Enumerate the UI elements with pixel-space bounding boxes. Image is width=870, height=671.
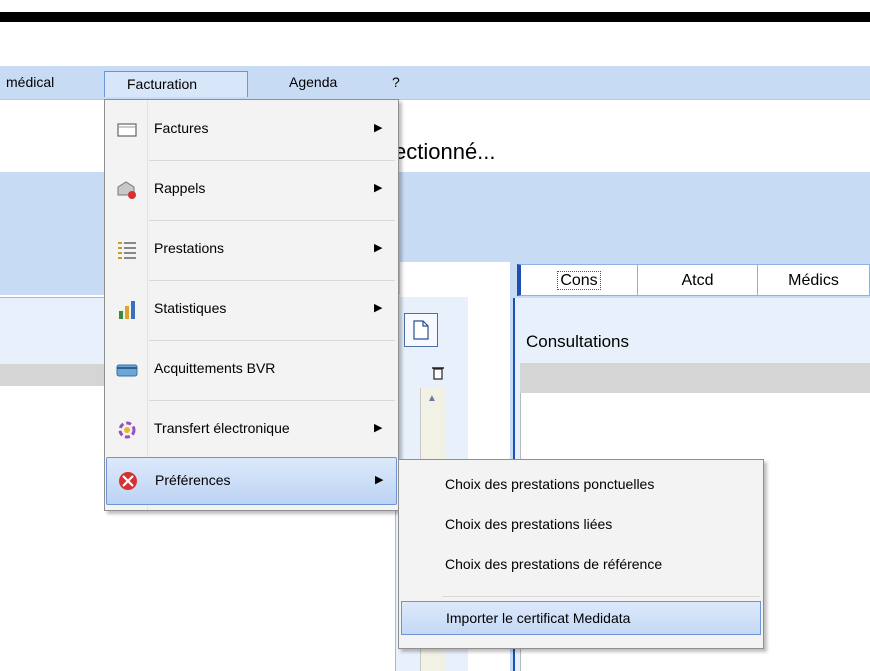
- list-icon: [118, 242, 136, 259]
- submenu-item-prestations-ponctuelles[interactable]: Choix des prestations ponctuelles: [401, 466, 761, 502]
- submenu-separator: [442, 596, 760, 597]
- menu-item-label: Prestations: [154, 240, 225, 256]
- new-document-button[interactable]: [404, 313, 438, 347]
- submenu-item-importer-certificat[interactable]: Importer le certificat Medidata: [401, 601, 761, 635]
- menu-item-label: Transfert électronique: [154, 420, 290, 436]
- menu-item-prestations[interactable]: Prestations ▶: [106, 221, 397, 277]
- submenu-arrow-icon: ▶: [375, 474, 384, 486]
- menu-item-label: Statistiques: [154, 300, 227, 316]
- tab-atcd[interactable]: Atcd: [637, 264, 758, 296]
- menu-medical[interactable]: médical: [6, 74, 54, 90]
- submenu-arrow-icon: ▶: [374, 182, 383, 194]
- menu-item-label: Acquittements BVR: [154, 360, 276, 376]
- submenu-arrow-icon: ▶: [374, 302, 383, 314]
- tab-medics[interactable]: Médics: [757, 264, 870, 296]
- selected-patient-title: ectionné...: [394, 139, 496, 164]
- menu-item-transfert-electronique[interactable]: Transfert électronique ▶: [106, 401, 397, 457]
- invoice-icon: [117, 123, 137, 137]
- menu-facturation-label: Facturation: [127, 76, 198, 92]
- menu-item-statistiques[interactable]: Statistiques ▶: [106, 281, 397, 337]
- menu-item-label: Préférences: [155, 472, 231, 488]
- menu-item-rappels[interactable]: Rappels ▶: [106, 161, 397, 217]
- reminder-envelope-icon: [117, 181, 136, 199]
- consultations-title: Consultations: [526, 332, 630, 351]
- menu-item-factures[interactable]: Factures ▶: [106, 101, 397, 157]
- scroll-up-arrow-icon[interactable]: ▲: [423, 393, 441, 409]
- tab-cons[interactable]: Cons: [517, 264, 638, 296]
- menu-item-preferences[interactable]: Préférences ▶: [106, 457, 397, 505]
- menu-bar: médical Facturation Agenda ?: [0, 66, 870, 100]
- submenu-arrow-icon: ▶: [374, 122, 383, 134]
- top-black-bar: [0, 12, 870, 22]
- delete-icon[interactable]: [431, 366, 445, 380]
- consultations-column-header: [520, 363, 870, 393]
- menu-facturation[interactable]: Facturation: [104, 71, 248, 97]
- menu-item-label: Rappels: [154, 180, 206, 196]
- submenu-item-label: Choix des prestations de référence: [445, 556, 663, 572]
- statistics-icon: [119, 301, 135, 319]
- submenu-item-prestations-reference[interactable]: Choix des prestations de référence: [401, 546, 761, 582]
- submenu-item-label: Choix des prestations liées: [445, 516, 613, 532]
- payment-card-icon: [116, 364, 138, 377]
- menu-help[interactable]: ?: [392, 74, 400, 90]
- preferences-submenu: Choix des prestations ponctuelles Choix …: [398, 459, 764, 649]
- document-icon: [413, 320, 429, 340]
- submenu-item-prestations-liees[interactable]: Choix des prestations liées: [401, 506, 761, 542]
- menu-item-label: Factures: [154, 120, 209, 136]
- submenu-item-label: Choix des prestations ponctuelles: [445, 476, 655, 492]
- transfer-icon: [118, 421, 136, 439]
- submenu-item-label: Importer le certificat Medidata: [446, 610, 631, 626]
- submenu-arrow-icon: ▶: [374, 422, 383, 434]
- preferences-tools-icon: [119, 472, 137, 490]
- facturation-dropdown-menu: Factures ▶ Rappels ▶ Prestations ▶ Stati…: [104, 99, 399, 511]
- menu-agenda[interactable]: Agenda: [289, 74, 337, 90]
- submenu-arrow-icon: ▶: [374, 242, 383, 254]
- menu-item-acquittements-bvr[interactable]: Acquittements BVR: [106, 341, 397, 397]
- header-band-right: [395, 172, 870, 262]
